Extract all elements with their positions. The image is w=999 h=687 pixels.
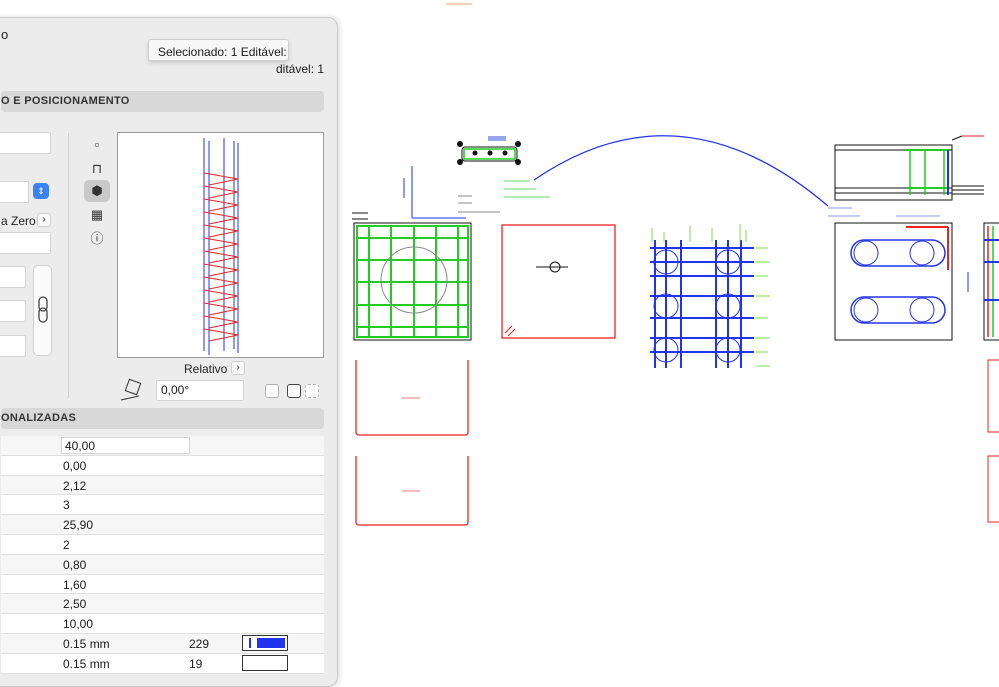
pen-number: 19 — [189, 656, 203, 671]
table-row[interactable]: 2,12 — [1, 475, 324, 496]
selection-handle — [457, 141, 463, 147]
section-custom-header[interactable]: ONALIZADAS — [1, 408, 324, 429]
cross-box-icon[interactable] — [287, 384, 301, 398]
beam-elevation — [828, 135, 984, 217]
table-row[interactable]: 10,00 — [1, 614, 324, 634]
chain-link-icon — [38, 296, 48, 323]
section-custom-label: ONALIZADAS — [1, 412, 77, 424]
parameter-table: 40,00 0,00 2,12 3 25,90 2 0,80 1,60 2,50… — [1, 436, 324, 674]
param-value: 1,60 — [63, 577, 87, 592]
selection-handle — [457, 159, 463, 165]
pen-swatch[interactable] — [242, 654, 288, 671]
pen-number: 229 — [189, 636, 210, 651]
column-section-5 — [983, 222, 999, 523]
select-arrows-icon[interactable]: ⇕ — [33, 183, 49, 199]
column-section-2 — [501, 224, 616, 339]
info-icon[interactable]: ⓘ — [84, 228, 110, 250]
pen-swatch[interactable] — [242, 634, 288, 651]
editable-status: ditável: 1 — [276, 62, 325, 76]
checkbox[interactable] — [265, 384, 279, 398]
dashed-cross-box-icon[interactable] — [305, 384, 319, 398]
param-value: 10,00 — [63, 617, 94, 632]
angle-icon — [119, 378, 145, 402]
table-row[interactable]: 0.15 mm 229 — [1, 633, 324, 654]
link-toggle-button[interactable] — [33, 265, 52, 356]
selection-handle — [515, 159, 521, 165]
panel-title: o — [1, 27, 9, 42]
chevron-right-icon[interactable]: › — [231, 361, 245, 375]
table-row[interactable]: 40,00 — [1, 436, 324, 456]
table-row[interactable]: 25,90 — [1, 515, 324, 535]
param-value: 0.15 mm — [63, 636, 110, 651]
table-row[interactable]: 3 — [1, 495, 324, 516]
field-input-1[interactable] — [0, 132, 51, 154]
floor-plan-icon[interactable]: ⊓ — [84, 158, 110, 180]
table-row[interactable]: 2,50 — [1, 594, 324, 615]
param-value: 2,50 — [63, 597, 87, 612]
selection-handle — [515, 141, 521, 147]
param-value: 0,00 — [63, 458, 87, 473]
section-positioning-header[interactable]: O E POSICIONAMENTO — [1, 91, 324, 112]
relative-label: Relativo — [184, 362, 228, 376]
table-row[interactable]: 0,80 — [1, 554, 324, 575]
param-value: 3 — [63, 498, 70, 513]
column-section-4 — [834, 222, 969, 341]
angle-input[interactable]: 0,00° — [156, 380, 244, 401]
column-section-1 — [353, 222, 472, 341]
field-input-3[interactable] — [0, 266, 26, 288]
param-value: 0.15 mm — [63, 656, 110, 671]
set-zero-label: a Zero — [1, 214, 36, 228]
table-row[interactable]: 0,00 — [1, 455, 324, 476]
3d-cube-icon[interactable]: ⬢ — [84, 180, 110, 202]
chevron-right-icon[interactable]: › — [37, 213, 51, 227]
square-icon[interactable]: ▫ — [84, 134, 110, 156]
column-section-3 — [650, 240, 754, 368]
field-input-4[interactable] — [0, 300, 26, 322]
rebar-cage-preview — [203, 138, 239, 355]
table-row[interactable]: 0.15 mm 19 — [1, 653, 324, 674]
selection-tooltip: Selecionado: 1 Editável: — [148, 39, 289, 61]
arc-element — [533, 135, 829, 207]
param-value: 2 — [63, 537, 70, 552]
section-positioning-label: O E POSICIONAMENTO — [1, 95, 130, 107]
field-input-5[interactable] — [0, 335, 26, 357]
param-value[interactable]: 40,00 — [61, 437, 190, 454]
param-value: 25,90 — [63, 518, 94, 533]
param-value: 2,12 — [63, 478, 87, 493]
param-value: 0,80 — [63, 557, 87, 572]
3d-preview[interactable] — [117, 132, 324, 358]
divider — [68, 133, 69, 398]
film-icon[interactable]: ▦ — [84, 204, 110, 226]
table-row[interactable]: 1,60 — [1, 574, 324, 595]
field-input-2[interactable] — [0, 232, 51, 254]
settings-panel: o ditável: 1 O E POSICIONAMENTO ⇕ a Zero… — [0, 17, 338, 687]
table-row[interactable]: 2 — [1, 534, 324, 555]
select-field[interactable] — [0, 181, 29, 203]
